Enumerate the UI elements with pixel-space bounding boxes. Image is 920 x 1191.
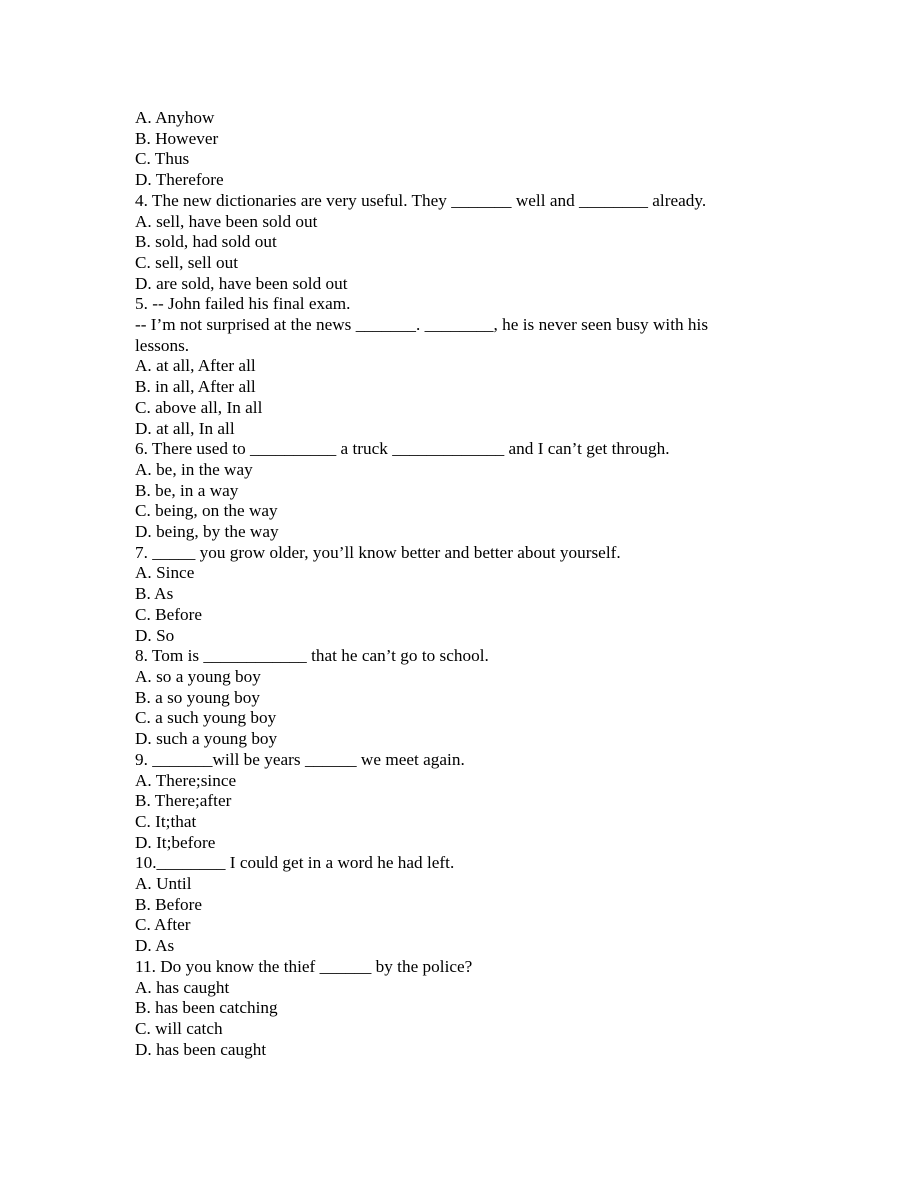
option-line: A. sell, have been sold out <box>135 211 318 231</box>
option-line: C. After <box>135 915 191 935</box>
option-line: B. Before <box>135 894 202 914</box>
option-line: B. in all, After all <box>135 377 256 397</box>
question-line: 5. -- John failed his final exam. <box>135 294 351 314</box>
option-line: D. such a young boy <box>135 729 278 749</box>
option-line: D. has been caught <box>135 1039 267 1059</box>
option-line: C. being, on the way <box>135 501 278 521</box>
option-line: D. Therefore <box>135 170 224 190</box>
option-line: C. sell, sell out <box>135 252 238 272</box>
option-line: A. There;since <box>135 770 237 790</box>
option-line: B. a so young boy <box>135 687 260 707</box>
option-line: D. It;before <box>135 832 216 852</box>
question-line: 10.________ I could get in a word he had… <box>135 853 455 873</box>
question-line: 7. _____ you grow older, you’ll know bet… <box>135 542 621 562</box>
option-line: B. has been catching <box>135 998 278 1018</box>
question-line: 9. _______will be years ______ we meet a… <box>135 749 465 769</box>
option-line: A. at all, After all <box>135 356 256 376</box>
option-line: C. It;that <box>135 811 197 831</box>
option-line: C. will catch <box>135 1018 223 1038</box>
option-line: D. being, by the way <box>135 522 279 542</box>
option-line: C. above all, In all <box>135 397 263 417</box>
question-line: 4. The new dictionaries are very useful.… <box>135 190 707 210</box>
question-list: A. Anyhow B. However C. Thus D. Therefor… <box>135 108 739 1060</box>
document-page: A. Anyhow B. However C. Thus D. Therefor… <box>0 0 920 1191</box>
option-line: B. sold, had sold out <box>135 232 277 252</box>
question-line: -- I’m not surprised at the news _______… <box>135 315 713 355</box>
option-line: A. has caught <box>135 977 230 997</box>
option-line: B. There;after <box>135 791 232 811</box>
option-line: A. be, in the way <box>135 459 253 479</box>
option-line: C. a such young boy <box>135 708 277 728</box>
question-line: 6. There used to __________ a truck ____… <box>135 439 670 459</box>
option-line: B. be, in a way <box>135 480 239 500</box>
question-line: 11. Do you know the thief ______ by the … <box>135 956 473 976</box>
question-line: 8. Tom is ____________ that he can’t go … <box>135 646 489 666</box>
option-line: A. Anyhow <box>135 108 215 127</box>
option-line: B. However <box>135 128 219 148</box>
option-line: D. So <box>135 625 175 645</box>
option-line: D. at all, In all <box>135 418 235 438</box>
option-line: D. As <box>135 936 175 956</box>
option-line: C. Thus <box>135 149 190 169</box>
option-line: D. are sold, have been sold out <box>135 273 348 293</box>
option-line: A. so a young boy <box>135 666 261 686</box>
option-line: A. Since <box>135 563 195 583</box>
option-line: C. Before <box>135 604 202 624</box>
option-line: B. As <box>135 584 174 604</box>
option-line: A. Until <box>135 874 192 894</box>
